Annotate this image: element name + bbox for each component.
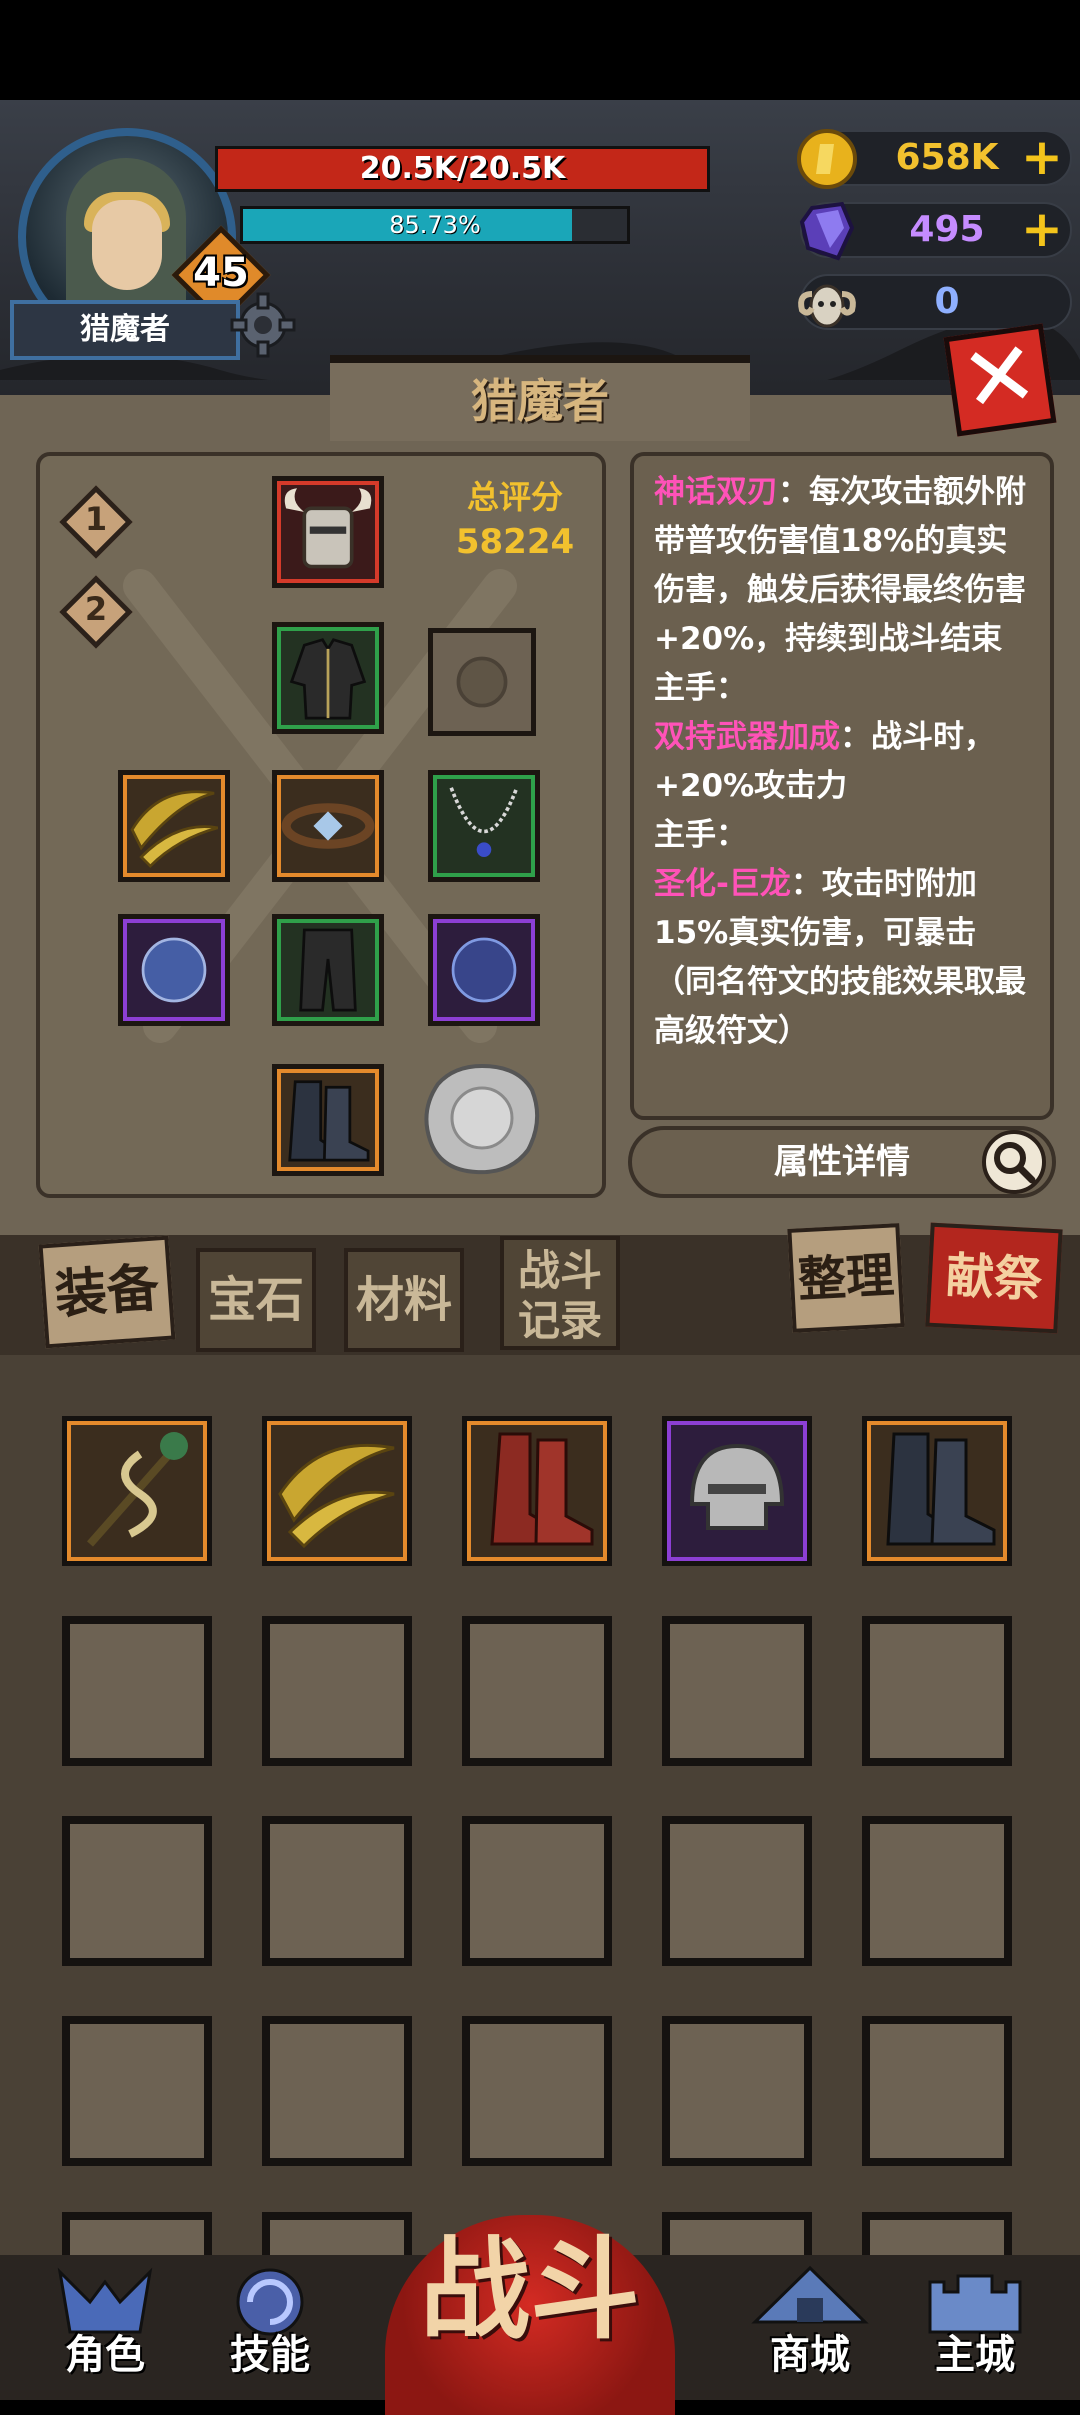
seal-slot[interactable] xyxy=(418,1060,546,1178)
inventory-empty-slot[interactable] xyxy=(862,1816,1012,1966)
inventory-empty-slot[interactable] xyxy=(62,2016,212,2166)
gear-icon[interactable] xyxy=(228,290,298,360)
inventory-empty-slot[interactable] xyxy=(462,2016,612,2166)
ram-skull-icon xyxy=(798,284,856,328)
battle-button[interactable]: 战斗 xyxy=(385,2215,675,2415)
serpent-staff-icon xyxy=(87,1432,188,1547)
inventory-empty-slot[interactable] xyxy=(262,1616,412,1766)
set-bonus-description: 神话双刃：每次攻击额外附带普攻伤害值18%的真实伤害，触发后获得最终伤害+20%… xyxy=(630,452,1054,1120)
inventory-empty-slot[interactable] xyxy=(662,1816,812,1966)
inventory-empty-slot[interactable] xyxy=(462,1816,612,1966)
add-crystal-button[interactable]: + xyxy=(1020,204,1064,254)
inventory-empty-slot[interactable] xyxy=(462,1616,612,1766)
crystal-counter: 495 + xyxy=(799,201,1072,261)
purple-crystal-icon xyxy=(799,201,855,261)
tab-materials[interactable]: 材料 xyxy=(344,1248,464,1352)
ram-skull-value: 0 xyxy=(934,281,960,322)
description-line-2: 主手： xyxy=(654,670,747,706)
tab-equipment[interactable]: 装备 xyxy=(38,1235,176,1349)
inventory-empty-slot[interactable] xyxy=(62,1816,212,1966)
helmet-slot[interactable] xyxy=(272,476,384,588)
tab-sort[interactable]: 整理 xyxy=(787,1223,905,1333)
belt-slot[interactable] xyxy=(272,770,384,882)
search-icon[interactable] xyxy=(980,1128,1048,1196)
inventory-item-1[interactable] xyxy=(62,1416,212,1566)
description-line-4: 主手： xyxy=(654,817,747,853)
gold-counter: 658K + xyxy=(797,129,1072,189)
description-line-5: 圣化-巨龙：攻击时附加15%真实伤害，可暴击（同名符文的技能效果取最高级符文） xyxy=(654,866,1026,1049)
inventory-empty-slot[interactable] xyxy=(262,2016,412,2166)
inventory-empty-slot[interactable] xyxy=(662,2016,812,2166)
steel-helmet-icon xyxy=(689,1443,785,1530)
gold-coin-icon xyxy=(797,129,857,189)
hp-text: 20.5K/20.5K xyxy=(359,151,566,186)
jacket-icon xyxy=(289,638,367,720)
inventory-empty-slot[interactable] xyxy=(62,1616,212,1766)
add-gold-button[interactable]: + xyxy=(1020,132,1064,182)
inventory-empty-slot[interactable] xyxy=(862,1616,1012,1766)
page-1-label: 1 xyxy=(84,500,108,538)
player-name: 猎魔者 xyxy=(10,300,240,360)
score-label: 总评分 xyxy=(466,478,563,516)
tab-sacrifice[interactable]: 献祭 xyxy=(925,1222,1063,1334)
hp-bar: 20.5K/20.5K xyxy=(215,146,710,192)
inventory-item-3[interactable] xyxy=(462,1416,612,1566)
necklace-slot[interactable] xyxy=(428,770,540,882)
inventory-empty-slot[interactable] xyxy=(662,2212,812,2255)
pants-icon xyxy=(299,928,357,1012)
ring-left-slot[interactable] xyxy=(118,914,230,1026)
necklace-icon xyxy=(449,787,519,857)
belt-icon xyxy=(281,803,375,849)
boots-icon xyxy=(886,1432,996,1546)
xp-text: 85.73% xyxy=(389,211,481,239)
wax-seal-icon xyxy=(424,1063,540,1175)
ring-right-slot[interactable] xyxy=(428,914,540,1026)
armor-slot[interactable] xyxy=(272,622,384,734)
inventory-item-2[interactable] xyxy=(262,1416,412,1566)
red-boots-icon xyxy=(490,1432,594,1546)
status-bar xyxy=(0,0,1080,100)
locked-slot-icon xyxy=(456,656,508,708)
score-value: 58224 xyxy=(455,522,575,562)
close-button[interactable]: ✕ xyxy=(943,320,1057,437)
description-line-3: 双持武器加成：战斗时，+20%攻击力 xyxy=(654,719,995,804)
nav-shop[interactable]: 商城 xyxy=(745,2262,875,2382)
attribute-details-label: 属性详情 xyxy=(774,1142,910,1182)
nav-character[interactable]: 角色 xyxy=(40,2262,170,2382)
inventory-item-5[interactable] xyxy=(862,1416,1012,1566)
battle-label: 战斗 xyxy=(420,2226,640,2354)
inventory-empty-slot[interactable] xyxy=(662,1616,812,1766)
tab-battle-log[interactable]: 战斗记录 xyxy=(500,1236,620,1350)
offhand-slot[interactable] xyxy=(428,628,536,736)
gold-value: 658K xyxy=(895,137,999,178)
xp-bar: 85.73% xyxy=(240,206,630,244)
crystal-ring-icon xyxy=(451,937,517,1003)
nav-city[interactable]: 主城 xyxy=(910,2262,1040,2382)
inventory-empty-slot[interactable] xyxy=(862,2212,1012,2255)
panel-title: 猎魔者 xyxy=(330,355,750,441)
mainhand-slot[interactable] xyxy=(118,770,230,882)
ram-skull-counter: 0 xyxy=(798,274,1072,330)
inventory-item-4[interactable] xyxy=(662,1416,812,1566)
inventory-empty-slot[interactable] xyxy=(862,2016,1012,2166)
inventory-empty-slot[interactable] xyxy=(262,1816,412,1966)
horned-helmet-icon xyxy=(284,488,372,569)
inventory-empty-slot[interactable] xyxy=(62,2212,212,2255)
twin-blade-icon xyxy=(130,790,219,869)
boots-slot[interactable] xyxy=(272,1064,384,1176)
boots-icon xyxy=(288,1080,370,1162)
pants-slot[interactable] xyxy=(272,914,384,1026)
twin-blade-icon xyxy=(278,1443,395,1549)
tab-gems[interactable]: 宝石 xyxy=(196,1248,316,1352)
crystal-ring-icon xyxy=(141,937,207,1003)
nav-skills[interactable]: 技能 xyxy=(205,2262,335,2382)
crystal-value: 495 xyxy=(909,209,985,250)
page-2-label: 2 xyxy=(84,590,108,628)
description-line-1: 神话双刃：每次攻击额外附带普攻伤害值18%的真实伤害，触发后获得最终伤害+20%… xyxy=(654,474,1026,657)
